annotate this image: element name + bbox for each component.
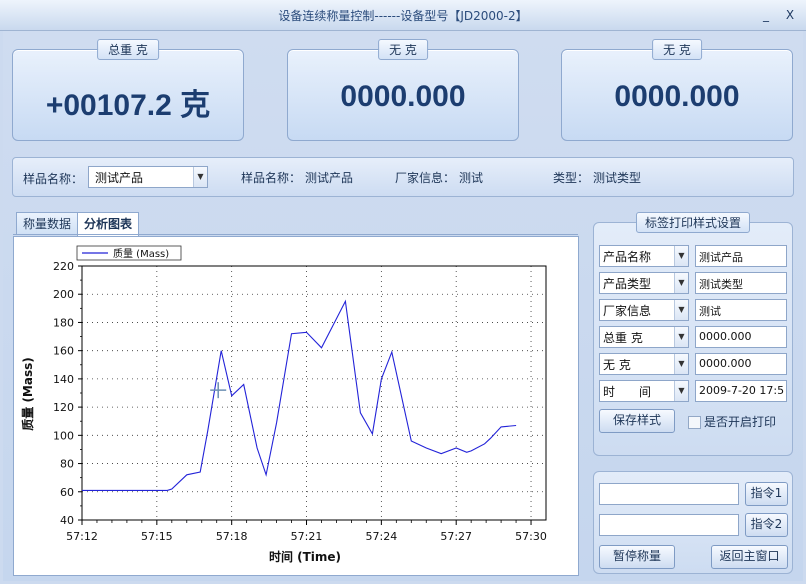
display-panel-3: 无 克 0000.000 xyxy=(561,39,793,141)
minimize-button[interactable]: _ xyxy=(758,8,774,22)
mass-series-line xyxy=(82,299,517,491)
x-tick-label: 57:30 xyxy=(515,530,547,543)
command2-input[interactable] xyxy=(599,514,739,536)
command2-button[interactable]: 指令2 xyxy=(745,513,788,537)
display-panel-2: 无 克 0000.000 xyxy=(287,39,519,141)
display-label-3: 无 克 xyxy=(652,39,702,60)
x-tick-label: 57:18 xyxy=(216,530,248,543)
y-axis-label: 质量 (Mass) xyxy=(20,357,35,430)
auto-print-checkbox[interactable] xyxy=(688,416,701,429)
x-tick-label: 57:21 xyxy=(291,530,323,543)
sample-select-label: 样品名称： xyxy=(23,172,84,186)
pause-weighing-button[interactable]: 暂停称量 xyxy=(599,545,675,569)
y-tick-label: 40 xyxy=(60,514,74,527)
x-axis-label: 时间 (Time) xyxy=(269,549,341,564)
settings-value-input[interactable]: 测试产品 xyxy=(695,245,787,267)
settings-field-select[interactable]: 无 克 ▼ xyxy=(599,353,689,375)
sample-select[interactable]: 测试产品 ▼ xyxy=(88,166,208,188)
settings-value-text: 2009-7-20 17:5 xyxy=(699,384,785,397)
auto-print-label: 是否开启打印 xyxy=(704,415,777,429)
settings-value-input[interactable]: 2009-7-20 17:5 xyxy=(695,380,787,402)
y-tick-label: 60 xyxy=(60,486,74,499)
y-tick-label: 80 xyxy=(60,458,74,471)
close-button[interactable]: X xyxy=(782,8,798,22)
mass-line-chart: 40 60 80 100 120 140 160 180 200 220 57:12 57:15 57:… xyxy=(20,245,547,564)
sample-name-value: 测试产品 xyxy=(305,171,354,185)
settings-field-select[interactable]: 时 间 ▼ xyxy=(599,380,689,402)
settings-field-select[interactable]: 总重 克 ▼ xyxy=(599,326,689,348)
x-tick-label: 57:24 xyxy=(366,530,398,543)
chevron-down-icon[interactable]: ▼ xyxy=(674,246,688,266)
back-to-main-button[interactable]: 返回主窗口 xyxy=(711,545,788,569)
settings-value-text: 测试 xyxy=(699,305,721,318)
settings-field-select-value: 产品类型 xyxy=(603,277,652,291)
y-tick-label: 200 xyxy=(53,288,74,301)
settings-field-select-value: 产品名称 xyxy=(603,250,652,264)
settings-field-select[interactable]: 产品类型 ▼ xyxy=(599,272,689,294)
display-value-total: +00107.2 克 xyxy=(45,89,211,122)
x-tick-label: 57:15 xyxy=(141,530,173,543)
display-panel-total: 总重 克 +00107.2 克 xyxy=(12,39,244,141)
sample-select-value: 测试产品 xyxy=(95,171,144,185)
settings-value-input[interactable]: 0000.000 xyxy=(695,353,787,375)
chevron-down-icon[interactable]: ▼ xyxy=(674,381,688,401)
type-value: 测试类型 xyxy=(593,171,642,185)
x-tick-label: 57:27 xyxy=(440,530,472,543)
save-style-button[interactable]: 保存样式 xyxy=(599,409,675,433)
display-label-2: 无 克 xyxy=(378,39,428,60)
legend-label: 质量 (Mass) xyxy=(113,248,169,260)
tab-analysis-chart[interactable]: 分析图表 xyxy=(77,212,140,236)
x-tick-label: 57:12 xyxy=(66,530,98,543)
y-tick-label: 120 xyxy=(53,401,74,414)
chevron-down-icon[interactable]: ▼ xyxy=(674,327,688,347)
plot-frame xyxy=(81,265,547,521)
chevron-down-icon[interactable]: ▼ xyxy=(674,354,688,374)
sample-info-bar: 样品名称： 测试产品 ▼ 样品名称： 测试产品 厂家信息： 测试 类型： 测试类… xyxy=(12,157,794,197)
title-bar: 设备连续称量控制------设备型号【JD2000-2】 _ X xyxy=(0,0,806,31)
window-title: 设备连续称量控制------设备型号【JD2000-2】 xyxy=(278,9,528,23)
settings-value-text: 测试类型 xyxy=(699,278,743,291)
y-tick-label: 220 xyxy=(53,260,74,273)
chevron-down-icon[interactable]: ▼ xyxy=(193,167,207,187)
type-label: 类型： xyxy=(553,171,590,185)
command1-button[interactable]: 指令1 xyxy=(745,482,788,506)
settings-value-input[interactable]: 0000.000 xyxy=(695,326,787,348)
sample-name-label: 样品名称： xyxy=(241,171,302,185)
settings-value-text: 测试产品 xyxy=(699,251,743,264)
y-tick-label: 180 xyxy=(53,316,74,329)
settings-value-text: 0000.000 xyxy=(699,330,752,343)
display-value-2: 0000.000 xyxy=(340,80,466,113)
maker-label: 厂家信息： xyxy=(395,171,456,185)
settings-value-text: 0000.000 xyxy=(699,357,752,370)
settings-field-select-value: 时 间 xyxy=(603,385,652,399)
y-tick-label: 100 xyxy=(53,429,74,442)
settings-field-select-value: 无 克 xyxy=(603,358,631,372)
tab-weighing-data[interactable]: 称量数据 xyxy=(16,212,79,235)
maker-value: 测试 xyxy=(459,171,484,185)
command1-input[interactable] xyxy=(599,483,739,505)
settings-field-select-value: 厂家信息 xyxy=(603,304,652,318)
tab-strip-line xyxy=(13,234,578,235)
chart-panel: 40 60 80 100 120 140 160 180 200 220 57:12 57:15 57:… xyxy=(13,236,579,576)
chevron-down-icon[interactable]: ▼ xyxy=(674,273,688,293)
y-tick-label: 160 xyxy=(53,345,74,358)
display-value-3: 0000.000 xyxy=(614,80,740,113)
y-tick-label: 140 xyxy=(53,373,74,386)
chevron-down-icon[interactable]: ▼ xyxy=(674,300,688,320)
label-settings-title: 标签打印样式设置 xyxy=(635,212,751,233)
settings-field-select-value: 总重 克 xyxy=(603,331,643,345)
settings-value-input[interactable]: 测试 xyxy=(695,299,787,321)
settings-field-select[interactable]: 厂家信息 ▼ xyxy=(599,299,689,321)
settings-value-input[interactable]: 测试类型 xyxy=(695,272,787,294)
display-label-total: 总重 克 xyxy=(97,39,159,60)
settings-field-select[interactable]: 产品名称 ▼ xyxy=(599,245,689,267)
